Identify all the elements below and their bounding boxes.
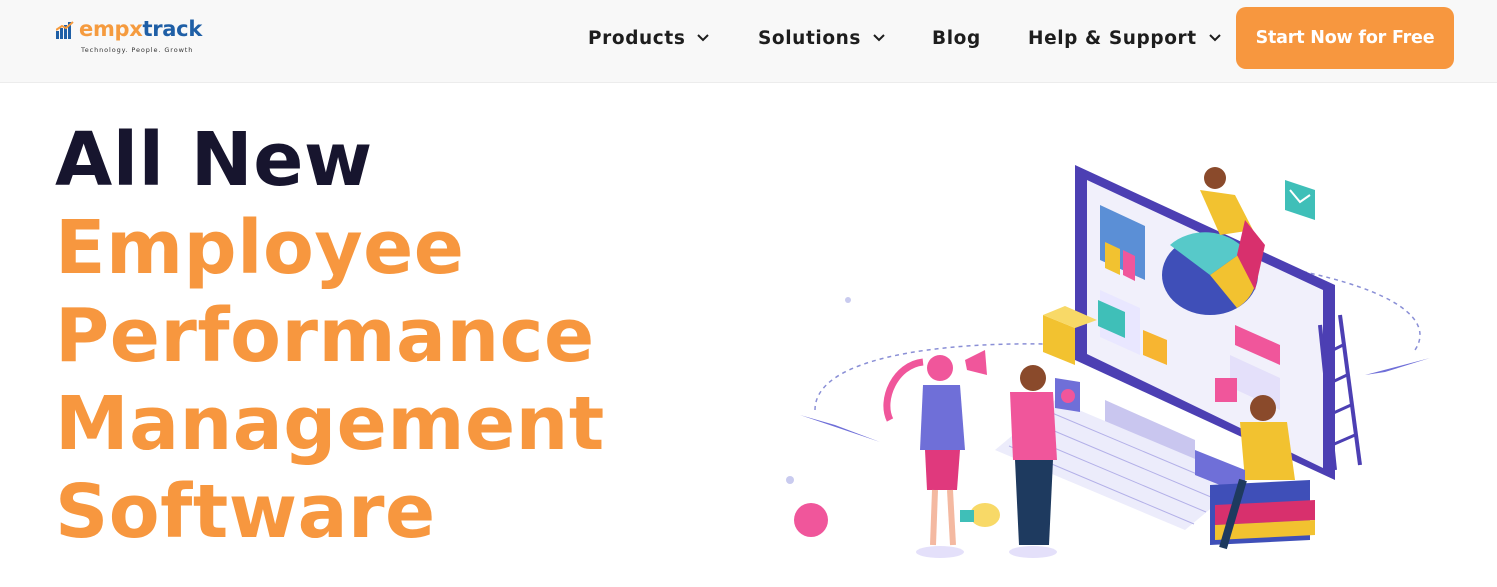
nav-help-support-label: Help & Support (1028, 27, 1197, 49)
start-free-button[interactable]: Start Now for Free (1236, 7, 1454, 69)
nav-help-support[interactable]: Help & Support (1028, 24, 1221, 52)
hero-line-performance: Performance (55, 293, 595, 379)
nav-blog-label: Blog (932, 27, 981, 49)
nav-solutions[interactable]: Solutions (758, 24, 885, 52)
hero-line-management: Management (55, 381, 605, 467)
nav-solutions-label: Solutions (758, 27, 862, 49)
logo-tagline: Technology. People. Growth (81, 46, 194, 54)
nav-products-label: Products (588, 27, 686, 49)
logo-wordmark-empx: empx (79, 17, 143, 41)
chevron-down-icon (873, 34, 885, 42)
chart-logo-icon (56, 21, 74, 39)
hero-line-software: Software (55, 469, 436, 555)
brand-logo[interactable]: empxtrack Technology. People. Growth (56, 15, 226, 58)
chevron-down-icon (1208, 34, 1221, 42)
chevron-down-icon (697, 34, 710, 42)
nav-blog[interactable]: Blog (932, 24, 981, 52)
logo-wordmark: empxtrack (79, 15, 202, 43)
nav-products[interactable]: Products (588, 24, 710, 52)
hero-line-all-new: All New (55, 117, 373, 203)
logo-wordmark-track: track (142, 17, 203, 41)
site-header: empxtrack Technology. People. Growth Pro… (0, 0, 1497, 83)
hero-heading: All New Employee Performance Management … (55, 116, 605, 556)
team-dashboard-illustration (786, 165, 1430, 558)
hero-line-employee: Employee (55, 205, 465, 291)
